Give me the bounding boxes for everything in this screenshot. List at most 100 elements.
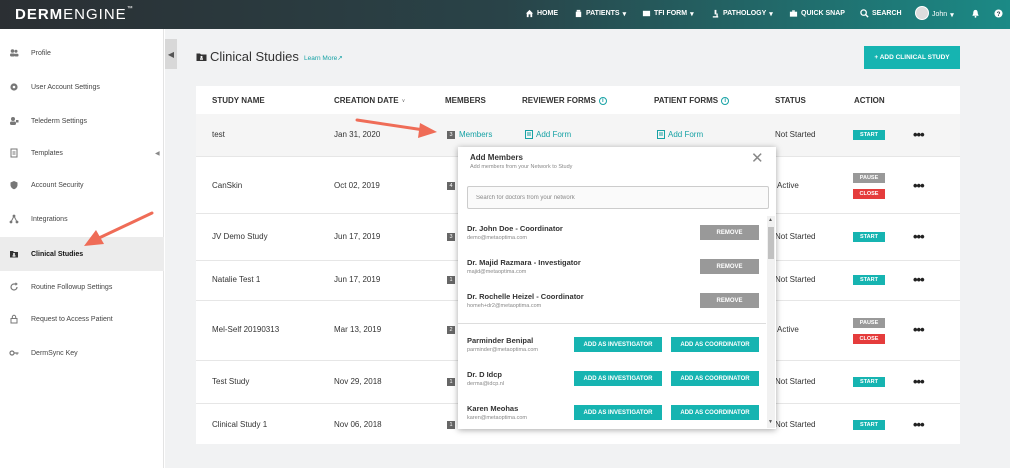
header-status: STATUS [775, 96, 806, 105]
more-actions-icon[interactable]: ••• [913, 230, 925, 243]
lock-icon [10, 314, 18, 324]
pause-button[interactable]: PAUSE [853, 173, 885, 183]
header-creation-date[interactable]: CREATION DATE ∨ [334, 96, 405, 105]
more-actions-icon[interactable]: ••• [913, 179, 925, 192]
sidebar-item-request-access-patient[interactable]: Request to Access Patient [0, 303, 164, 335]
more-actions-icon[interactable]: ••• [913, 375, 925, 388]
creation-date: Nov 29, 2018 [334, 377, 382, 386]
close-icon[interactable]: ✕ [751, 149, 764, 167]
share-icon [9, 214, 19, 224]
info-icon[interactable]: i [598, 96, 607, 105]
notifications-button[interactable] [971, 9, 980, 18]
study-name[interactable]: Test Study [212, 377, 249, 386]
network-doctor-email: karen@metaoptima.com [467, 415, 527, 421]
start-button[interactable]: START [853, 275, 885, 285]
nav-tfi-form[interactable]: TFI FORM ▾ [642, 9, 694, 18]
form-icon [642, 10, 651, 17]
study-name[interactable]: Natalie Test 1 [212, 275, 260, 284]
search-doctors-input[interactable] [467, 186, 769, 209]
add-as-coordinator-button[interactable]: ADD AS COORDINATOR [671, 371, 759, 386]
sidebar-item-account-security[interactable]: Account Security [0, 169, 164, 201]
sidebar-item-routine-followup-settings[interactable]: Routine Followup Settings [0, 271, 164, 303]
home-icon [525, 9, 534, 18]
members-link[interactable]: Members [459, 130, 492, 139]
more-actions-icon[interactable]: ••• [913, 323, 925, 336]
header-reviewer-forms: REVIEWER FORMS i [522, 96, 607, 105]
network-doctor-email: derma@idcp.nl [467, 381, 505, 387]
nav-quick-snap[interactable]: QUICK SNAP [789, 9, 845, 18]
header-study-name: STUDY NAME [212, 96, 265, 105]
start-button[interactable]: START [853, 232, 885, 242]
remove-member-button[interactable]: REMOVE [700, 293, 759, 308]
add-as-investigator-button[interactable]: ADD AS INVESTIGATOR [574, 405, 662, 420]
more-actions-icon[interactable]: ••• [913, 128, 925, 141]
member-count-badge: 4 [447, 182, 455, 190]
study-name[interactable]: Clinical Study 1 [212, 420, 267, 429]
creation-date: Jun 17, 2019 [334, 232, 381, 241]
chevron-down-icon: ▾ [950, 11, 954, 19]
add-patient-form-link[interactable]: Add Form [657, 130, 703, 139]
shield-icon [10, 181, 18, 190]
nav-user-menu[interactable]: John ▾ [915, 6, 954, 20]
key-icon [9, 350, 19, 356]
camera-icon [789, 10, 798, 17]
sidebar-item-clinical-studies[interactable]: Clinical Studies [0, 237, 164, 271]
sidebar-item-telederm-settings[interactable]: Telederm Settings [0, 105, 164, 137]
learn-more-link[interactable]: Learn More↗ [304, 54, 343, 62]
settings-sidebar: Profile User Account Settings Telederm S… [0, 29, 164, 468]
nav-pathology[interactable]: PATHOLOGY ▾ [711, 9, 773, 18]
close-study-button[interactable]: CLOSE [853, 334, 885, 344]
member-name: Dr. Majid Razmara - Investigator [467, 258, 581, 267]
pause-button[interactable]: PAUSE [853, 318, 885, 328]
document-icon [525, 130, 533, 139]
network-doctor-name: Karen Meohas [467, 404, 519, 413]
study-name[interactable]: CanSkin [212, 181, 242, 190]
sidebar-item-dermsync-key[interactable]: DermSync Key [0, 337, 164, 369]
add-as-coordinator-button[interactable]: ADD AS COORDINATOR [671, 405, 759, 420]
add-reviewer-form-link[interactable]: Add Form [525, 130, 571, 139]
sidebar-item-templates[interactable]: Templates ◀ [0, 137, 164, 169]
more-actions-icon[interactable]: ••• [913, 418, 925, 431]
sidebar-item-integrations[interactable]: Integrations [0, 203, 164, 235]
help-button[interactable]: ? [994, 9, 1003, 18]
sidebar-item-user-account-settings[interactable]: User Account Settings [0, 71, 164, 103]
status-text: Not Started [775, 232, 816, 241]
info-icon[interactable]: i [721, 96, 730, 105]
add-as-investigator-button[interactable]: ADD AS INVESTIGATOR [574, 371, 662, 386]
more-actions-icon[interactable]: ••• [913, 273, 925, 286]
section-divider [458, 323, 766, 324]
remove-member-button[interactable]: REMOVE [700, 259, 759, 274]
nav-patients[interactable]: PATIENTS ▾ [574, 9, 626, 18]
search-icon [860, 9, 869, 18]
chevron-down-icon: ▾ [690, 10, 694, 18]
creation-date: Nov 06, 2018 [334, 420, 382, 429]
popover-subtitle: Add members from your Network to Study [470, 164, 573, 170]
scrollbar-thumb[interactable] [768, 227, 774, 259]
add-as-coordinator-button[interactable]: ADD AS COORDINATOR [671, 337, 759, 352]
sort-chevron-icon: ∨ [401, 97, 406, 104]
start-button[interactable]: START [853, 420, 885, 430]
start-button[interactable]: START [853, 377, 885, 387]
close-study-button[interactable]: CLOSE [853, 189, 885, 199]
status-text: Active [777, 181, 799, 190]
study-name[interactable]: Mel-Self 20190313 [212, 325, 279, 334]
page-title: Clinical Studies [196, 49, 299, 64]
add-clinical-study-button[interactable]: + ADD CLINICAL STUDY [864, 46, 960, 69]
nav-search[interactable]: SEARCH [860, 9, 902, 18]
study-name[interactable]: JV Demo Study [212, 232, 268, 241]
add-as-investigator-button[interactable]: ADD AS INVESTIGATOR [574, 337, 662, 352]
nav-home[interactable]: HOME [525, 9, 558, 18]
start-button[interactable]: START [853, 130, 885, 140]
sidebar-item-profile[interactable]: Profile [0, 37, 164, 69]
remove-member-button[interactable]: REMOVE [700, 225, 759, 240]
study-name[interactable]: test [212, 130, 225, 139]
dermengine-logo[interactable]: DERMENGINE™ [15, 6, 134, 23]
scroll-up-icon[interactable]: ▲ [768, 217, 773, 223]
svg-text:?: ? [997, 11, 1001, 18]
collapse-sidebar-button[interactable]: ◀ [165, 39, 177, 69]
scroll-down-icon[interactable]: ▼ [768, 419, 773, 425]
folder-user-icon [196, 53, 207, 61]
member-count-badge: 1 [447, 421, 455, 429]
document-icon [10, 148, 18, 158]
member-count-badge: 2 [447, 326, 455, 334]
